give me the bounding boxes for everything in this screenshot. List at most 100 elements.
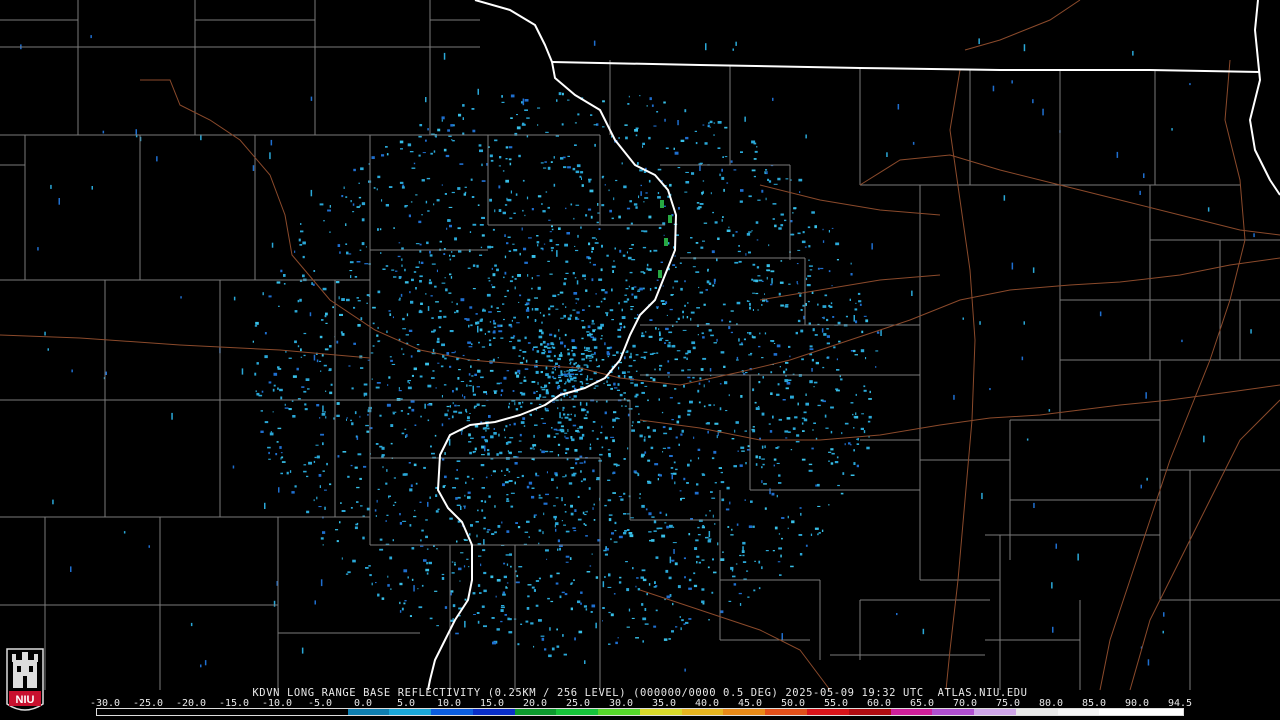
- echo-pixel: [517, 369, 521, 373]
- echo-pixel: [659, 511, 662, 514]
- echo-pixel: [511, 319, 513, 322]
- echo-pixel: [582, 274, 586, 278]
- colorbar-segment: [347, 709, 390, 715]
- echo-pixel: [443, 384, 447, 386]
- echo-pixel: [815, 484, 817, 487]
- echo-pixel: [567, 352, 570, 356]
- echo-pixel: [722, 156, 724, 158]
- echo-pixel: [519, 433, 522, 437]
- echo-pixel: [254, 325, 258, 327]
- echo-pixel: [769, 430, 773, 433]
- echo-pixel: [549, 239, 553, 242]
- echo-pixel: [359, 249, 362, 251]
- echo-pixel: [466, 384, 468, 387]
- echo-pixel: [606, 376, 610, 379]
- echo-pixel: [563, 524, 566, 526]
- echo-pixel: [328, 368, 332, 371]
- echo-pixel: [542, 349, 546, 352]
- echo-pixel: [518, 372, 521, 375]
- echo-pixel: [510, 190, 512, 194]
- echo-pixel: [580, 171, 584, 174]
- echo-pixel: [833, 346, 836, 349]
- echo-pixel: [863, 385, 866, 388]
- echo-pixel: [540, 635, 545, 637]
- echo-pixel: [550, 600, 554, 603]
- echo-pixel: [492, 273, 496, 277]
- echo-pixel: [667, 344, 671, 348]
- echo-pixel: [886, 152, 888, 157]
- echo-pixel: [619, 576, 622, 579]
- echo-pixel: [324, 411, 326, 413]
- echo-pixel: [659, 368, 661, 371]
- echo-pixel: [780, 554, 782, 558]
- echo-pixel: [708, 380, 710, 383]
- echo-pixel: [830, 430, 833, 434]
- echo-pixel: [561, 123, 564, 126]
- echo-pixel: [585, 378, 588, 381]
- echo-pixel: [770, 340, 772, 342]
- echo-pixel: [527, 298, 531, 302]
- echo-pixel: [824, 294, 828, 297]
- echo-pixel: [645, 508, 648, 511]
- echo-pixel: [575, 302, 577, 304]
- echo-pixel: [761, 480, 763, 484]
- echo-pixel: [403, 473, 408, 476]
- echo-pixel: [504, 204, 508, 206]
- echo-pixel: [859, 303, 862, 306]
- echo-pixel: [648, 512, 652, 516]
- echo-pixel: [361, 218, 365, 222]
- echo-pixel: [616, 389, 620, 391]
- echo-pixel: [394, 501, 397, 504]
- colorbar-segment: [598, 709, 640, 715]
- echo-pixel: [663, 101, 666, 104]
- echo-pixel: [341, 510, 346, 512]
- echo-pixel: [605, 546, 607, 549]
- echo-pixel: [510, 117, 513, 119]
- echo-pixel: [431, 452, 435, 455]
- echo-pixel: [478, 341, 480, 344]
- colorbar-segment: [472, 709, 515, 715]
- echo-pixel: [536, 397, 540, 400]
- echo-pixel: [492, 358, 495, 362]
- echo-pixel: [399, 522, 402, 525]
- echo-pixel: [643, 351, 648, 353]
- echo-pixel: [472, 385, 474, 393]
- echo-pixel: [668, 215, 672, 223]
- echo-pixel: [553, 183, 556, 187]
- echo-pixel: [796, 434, 800, 437]
- echo-pixel: [555, 522, 559, 526]
- echo-pixel: [607, 384, 611, 386]
- echo-pixel: [755, 407, 760, 410]
- echo-pixel: [556, 628, 558, 631]
- echo-pixel: [519, 382, 523, 384]
- echo-pixel: [774, 224, 777, 228]
- echo-pixel: [318, 474, 322, 477]
- echo-pixel: [468, 566, 470, 568]
- echo-pixel: [325, 416, 327, 419]
- echo-pixel: [608, 518, 612, 522]
- echo-pixel: [708, 619, 710, 621]
- echo-pixel: [508, 405, 510, 409]
- echo-pixel: [757, 275, 761, 277]
- colorbar-segment: [723, 709, 766, 715]
- echo-pixel: [875, 350, 879, 352]
- echo-pixel: [708, 538, 712, 540]
- echo-pixel: [601, 359, 605, 361]
- echo-pixel: [549, 231, 552, 233]
- echo-pixel: [491, 533, 495, 535]
- echo-pixel: [308, 461, 312, 465]
- echo-pixel: [389, 313, 392, 316]
- echo-pixel: [356, 206, 360, 208]
- echo-pixel: [539, 449, 542, 451]
- echo-pixel: [744, 430, 747, 432]
- echo-pixel: [630, 306, 634, 308]
- echo-pixel: [590, 611, 593, 613]
- echo-pixel: [644, 385, 648, 387]
- echo-pixel: [553, 354, 556, 358]
- echo-pixel: [314, 600, 316, 605]
- echo-pixel: [601, 244, 603, 248]
- echo-pixel: [581, 358, 585, 361]
- echo-pixel: [588, 242, 591, 246]
- echo-pixel: [725, 508, 730, 511]
- echo-pixel: [538, 335, 543, 339]
